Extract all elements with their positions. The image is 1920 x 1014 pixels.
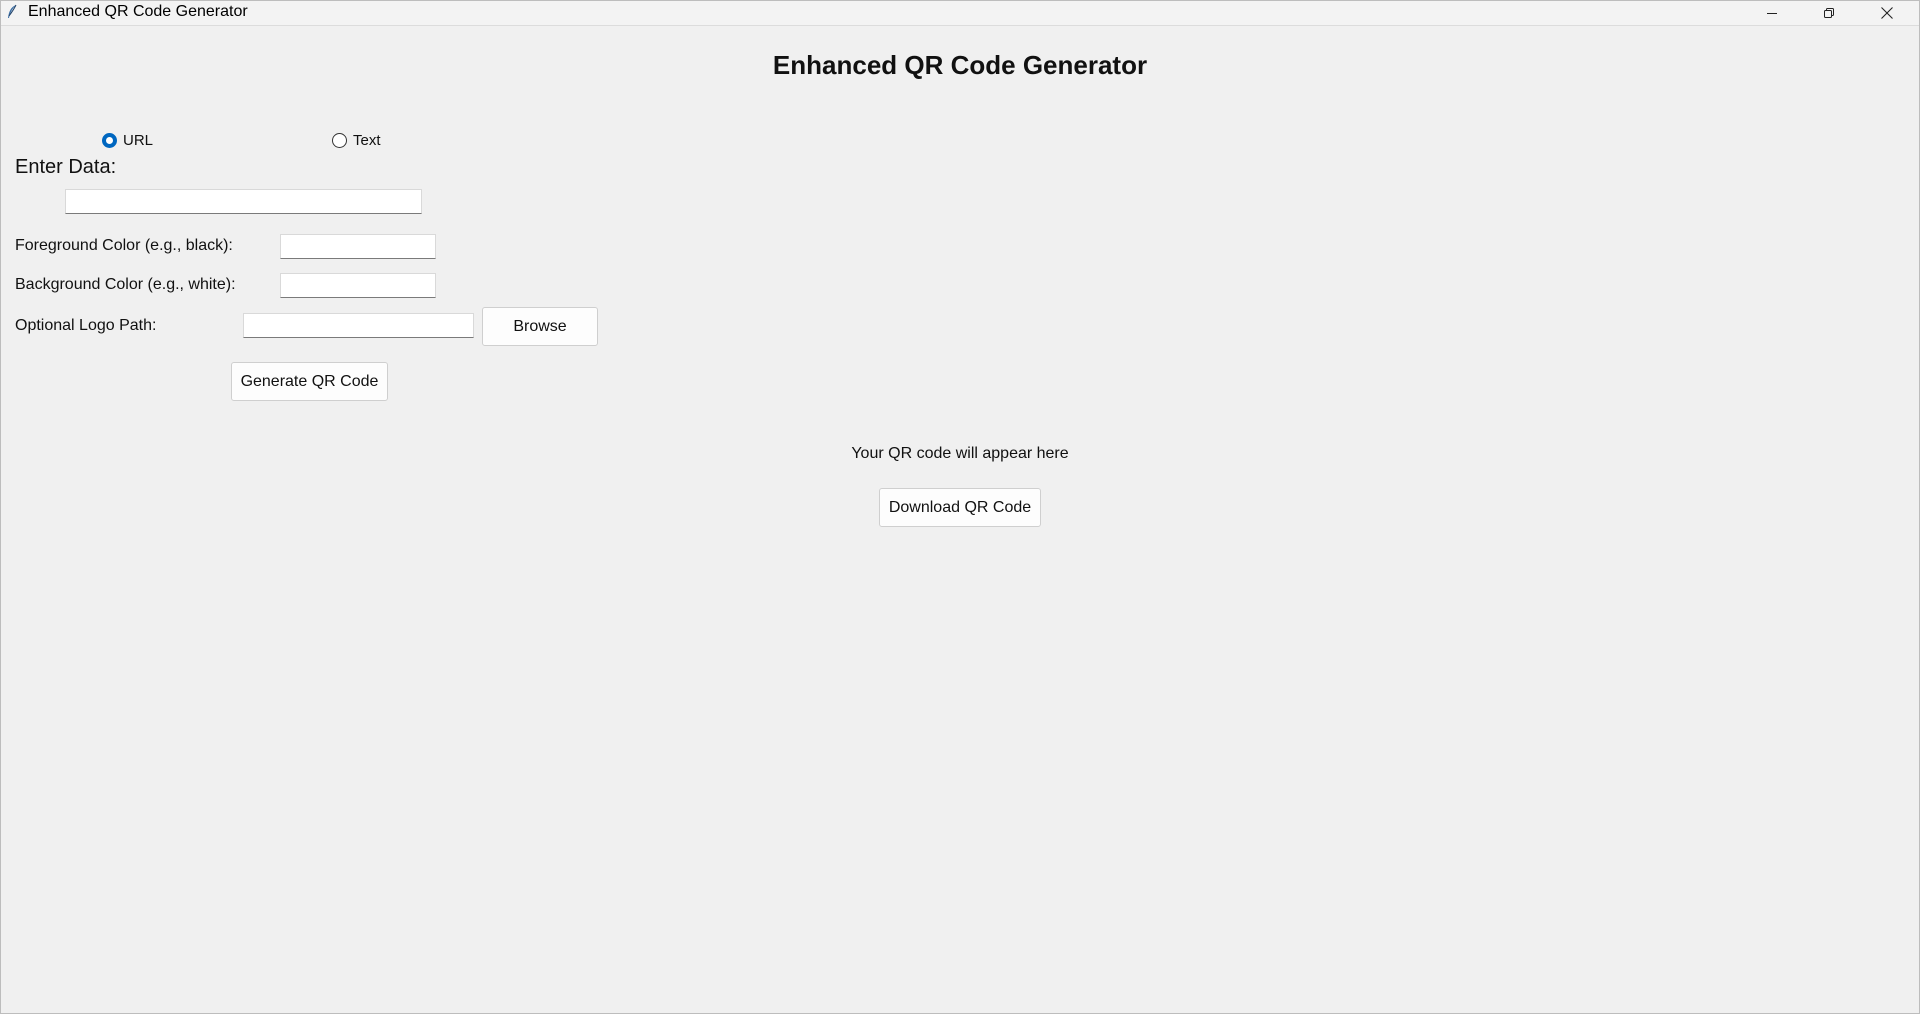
- radio-text-indicator[interactable]: [332, 133, 347, 148]
- data-input[interactable]: [65, 189, 422, 214]
- radio-text[interactable]: Text: [332, 132, 381, 149]
- foreground-color-label: Foreground Color (e.g., black):: [15, 237, 233, 254]
- radio-url-indicator[interactable]: [102, 133, 117, 148]
- logo-path-label: Optional Logo Path:: [15, 317, 157, 334]
- minimize-button[interactable]: [1744, 1, 1800, 25]
- close-icon: [1880, 6, 1894, 20]
- background-color-input[interactable]: [280, 273, 436, 298]
- generate-qr-button[interactable]: Generate QR Code: [231, 362, 388, 401]
- restore-button[interactable]: [1801, 1, 1857, 25]
- qr-placeholder-text: Your QR code will appear here: [851, 445, 1069, 462]
- radio-url[interactable]: URL: [102, 132, 153, 149]
- minimize-icon: [1766, 7, 1778, 19]
- logo-path-input[interactable]: [243, 313, 474, 338]
- background-color-label: Background Color (e.g., white):: [15, 276, 236, 293]
- radio-text-label: Text: [353, 132, 381, 149]
- close-button[interactable]: [1859, 1, 1915, 25]
- window-title: Enhanced QR Code Generator: [28, 3, 248, 20]
- feather-icon: [6, 4, 18, 20]
- restore-icon: [1823, 7, 1835, 19]
- enter-data-label: Enter Data:: [15, 156, 117, 178]
- app-window: Enhanced QR Code Generator Enhanced QR C…: [0, 0, 1920, 1014]
- download-qr-button[interactable]: Download QR Code: [879, 488, 1041, 527]
- title-bar[interactable]: Enhanced QR Code Generator: [1, 1, 1919, 26]
- page-title: Enhanced QR Code Generator: [772, 50, 1148, 80]
- radio-url-label: URL: [123, 132, 154, 149]
- foreground-color-input[interactable]: [280, 234, 436, 259]
- browse-button[interactable]: Browse: [482, 307, 598, 346]
